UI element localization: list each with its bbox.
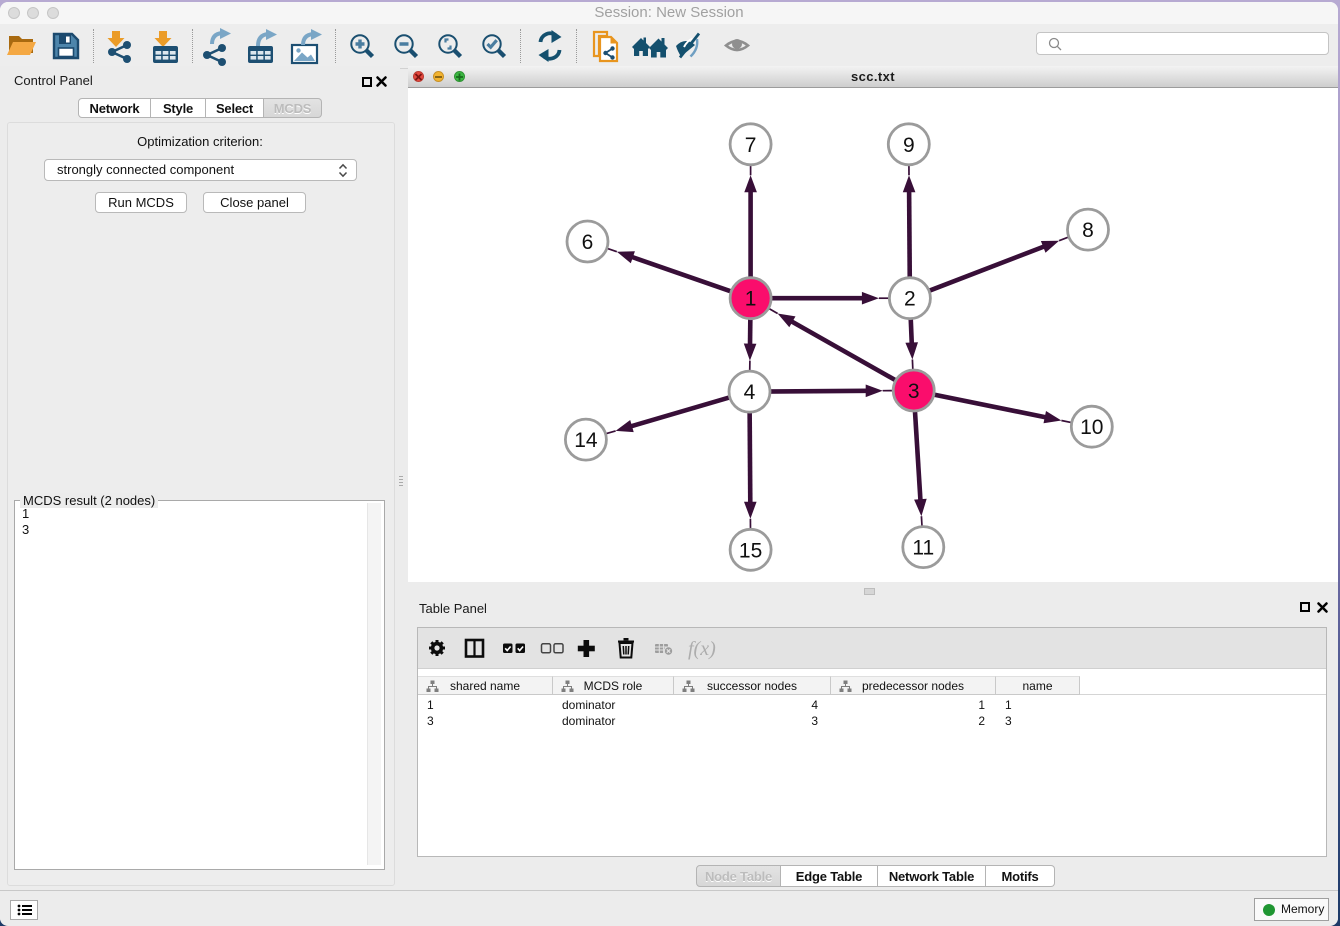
svg-text:15: 15	[739, 539, 762, 562]
svg-text:10: 10	[1080, 416, 1103, 439]
svg-text:3: 3	[908, 380, 920, 403]
svg-text:9: 9	[903, 134, 915, 157]
svg-text:14: 14	[574, 429, 598, 452]
svg-text:6: 6	[582, 231, 594, 254]
svg-text:11: 11	[912, 537, 934, 560]
svg-text:f(x): f(x)	[688, 638, 716, 660]
svg-text:8: 8	[1082, 219, 1094, 242]
svg-text:4: 4	[744, 381, 756, 404]
svg-text:7: 7	[745, 134, 757, 157]
svg-text:1: 1	[745, 288, 757, 311]
svg-text:2: 2	[904, 288, 916, 311]
